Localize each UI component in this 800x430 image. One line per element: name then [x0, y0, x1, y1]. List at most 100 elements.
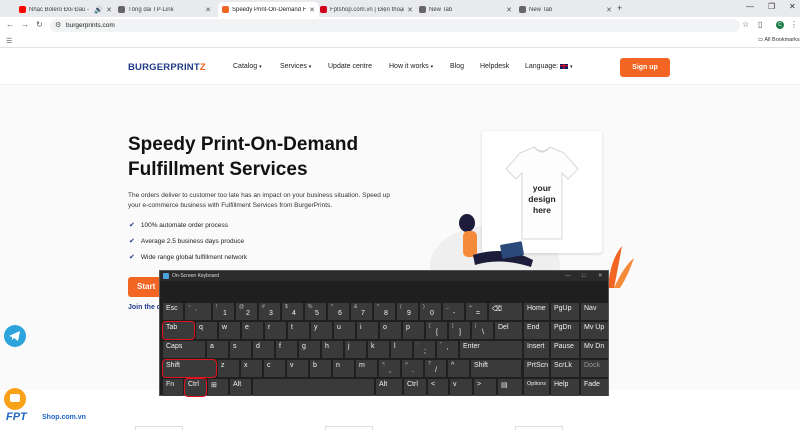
keyboard-key[interactable]: t: [288, 322, 309, 339]
keyboard-key[interactable]: z: [218, 360, 239, 377]
keyboard-key[interactable]: _ -: [443, 303, 464, 320]
browser-tab[interactable]: Fptshop.com.vn | Điện thoại, Lap✕: [316, 2, 417, 17]
burgerprints-logo[interactable]: BURGERPRINTZ: [128, 62, 206, 73]
bookmark-star-icon[interactable]: ☆: [742, 20, 749, 29]
keyboard-key[interactable]: ^ 6: [328, 303, 349, 320]
keyboard-key[interactable]: e: [242, 322, 263, 339]
back-icon[interactable]: ←: [6, 20, 14, 29]
keyboard-key[interactable]: Nav: [581, 303, 608, 320]
keyboard-key[interactable]: Alt: [230, 379, 251, 396]
keyboard-key[interactable]: & 7: [351, 303, 372, 320]
nav-link[interactable]: Update centre: [328, 63, 372, 70]
keyboard-key[interactable]: " ': [437, 341, 458, 358]
all-bookmarks-button[interactable]: ▭ All Bookmarks: [758, 37, 800, 43]
keyboard-key[interactable]: u: [334, 322, 355, 339]
close-tab-icon[interactable]: ✕: [606, 6, 612, 14]
start-button[interactable]: Start: [128, 277, 162, 297]
keyboard-minimize-icon[interactable]: —: [565, 271, 571, 281]
close-tab-icon[interactable]: ✕: [205, 6, 211, 14]
keyboard-key[interactable]: Esc: [163, 303, 183, 320]
browser-tab[interactable]: Nhạc Bolero Đối Đầu - Những🔊✕: [15, 2, 116, 17]
telegram-icon[interactable]: [4, 325, 26, 347]
keyboard-key[interactable]: s: [230, 341, 251, 358]
keyboard-key[interactable]: >.: [402, 360, 423, 377]
keyboard-key[interactable]: y: [311, 322, 332, 339]
keyboard-key[interactable]: Alt: [376, 379, 402, 396]
keyboard-key[interactable]: % 5: [305, 303, 326, 320]
keyboard-key[interactable]: >: [474, 379, 496, 396]
keyboard-key[interactable]: p: [403, 322, 424, 339]
keyboard-key[interactable]: Del: [495, 322, 522, 339]
keyboard-key[interactable]: a: [207, 341, 228, 358]
keyboard-key[interactable]: x: [241, 360, 262, 377]
keyboard-key[interactable]: j: [345, 341, 366, 358]
keyboard-key[interactable]: r: [265, 322, 286, 339]
nav-link[interactable]: Helpdesk: [480, 63, 509, 70]
keyboard-key[interactable]: o: [380, 322, 401, 339]
keyboard-key[interactable]: f: [276, 341, 297, 358]
nav-link[interactable]: Catalog ▾: [233, 63, 262, 70]
keyboard-maximize-icon[interactable]: □: [582, 271, 585, 281]
keyboard-key[interactable]: {[: [426, 322, 447, 339]
keyboard-key[interactable]: Enter: [460, 341, 522, 358]
close-tab-icon[interactable]: ✕: [506, 6, 512, 14]
keyboard-key[interactable]: ⌫: [489, 303, 522, 320]
nav-link[interactable]: Services ▾: [280, 63, 311, 70]
keyboard-key[interactable]: Shift: [162, 359, 217, 378]
keyboard-key[interactable]: Shift: [471, 360, 521, 377]
address-bar[interactable]: ⚙ burgerprints.com: [50, 19, 740, 32]
keyboard-key[interactable]: Options: [524, 379, 549, 396]
browser-tab[interactable]: New Tab ✕: [415, 2, 516, 17]
split-view-icon[interactable]: ▯: [758, 20, 762, 29]
keyboard-key[interactable]: Ctrl: [404, 379, 426, 396]
new-tab-button[interactable]: +: [617, 3, 622, 13]
keyboard-key[interactable]: [253, 379, 374, 396]
sign-up-button[interactable]: Sign up: [620, 58, 670, 77]
browser-tab[interactable]: Speedy Print-On-Demand Fulfil✕: [218, 2, 319, 17]
keyboard-key[interactable]: ) 0: [420, 303, 441, 320]
minimize-icon[interactable]: —: [746, 2, 754, 11]
keyboard-key[interactable]: }]: [449, 322, 470, 339]
browser-tab[interactable]: Tổng đài TP-Link ✕: [114, 2, 215, 17]
keyboard-key[interactable]: <,: [379, 360, 400, 377]
keyboard-key[interactable]: :;: [414, 341, 435, 358]
keyboard-key[interactable]: PrtScn: [524, 360, 549, 377]
keyboard-key[interactable]: (9: [397, 303, 418, 320]
keyboard-key[interactable]: $4: [282, 303, 303, 320]
close-tab-icon[interactable]: ✕: [309, 6, 315, 14]
keyboard-key[interactable]: q: [196, 322, 217, 339]
keyboard-key[interactable]: Tab: [162, 321, 195, 340]
keyboard-key[interactable]: Fade: [581, 379, 608, 396]
keyboard-key[interactable]: <: [428, 379, 448, 396]
close-tab-icon[interactable]: ✕: [106, 6, 112, 14]
keyboard-key[interactable]: * 8: [374, 303, 395, 320]
keyboard-key[interactable]: k: [368, 341, 389, 358]
keyboard-key[interactable]: PgUp: [551, 303, 579, 320]
keyboard-key[interactable]: d: [253, 341, 274, 358]
site-info-icon[interactable]: ⚙: [55, 19, 61, 32]
forward-icon[interactable]: →: [21, 20, 29, 29]
keyboard-close-icon[interactable]: ✕: [598, 271, 603, 281]
keyboard-key[interactable]: ▤: [498, 379, 522, 396]
keyboard-titlebar[interactable]: On-Screen Keyboard: [160, 271, 608, 281]
keyboard-key[interactable]: Mv Dn: [581, 341, 608, 358]
keyboard-key[interactable]: Fn: [163, 379, 183, 396]
browser-tab[interactable]: New Tab ✕: [515, 2, 616, 17]
keyboard-key[interactable]: Mv Up: [581, 322, 608, 339]
keyboard-key[interactable]: | \: [472, 322, 493, 339]
keyboard-key[interactable]: h: [322, 341, 343, 358]
keyboard-key[interactable]: ! 1: [213, 303, 234, 320]
profile-avatar[interactable]: C: [776, 21, 784, 29]
maximize-icon[interactable]: ❐: [768, 2, 775, 11]
keyboard-key[interactable]: v: [450, 379, 472, 396]
keyboard-key[interactable]: ScrLk: [551, 360, 579, 377]
menu-kebab-icon[interactable]: ⋮: [790, 20, 798, 29]
keyboard-key[interactable]: + =: [466, 303, 487, 320]
keyboard-key[interactable]: l: [391, 341, 412, 358]
keyboard-key[interactable]: @2: [236, 303, 257, 320]
keyboard-key[interactable]: Help: [551, 379, 579, 396]
keyboard-key[interactable]: #3: [259, 303, 280, 320]
keyboard-key[interactable]: Caps: [163, 341, 205, 358]
keyboard-key[interactable]: PgDn: [551, 322, 579, 339]
keyboard-key[interactable]: Ctrl: [184, 378, 207, 397]
